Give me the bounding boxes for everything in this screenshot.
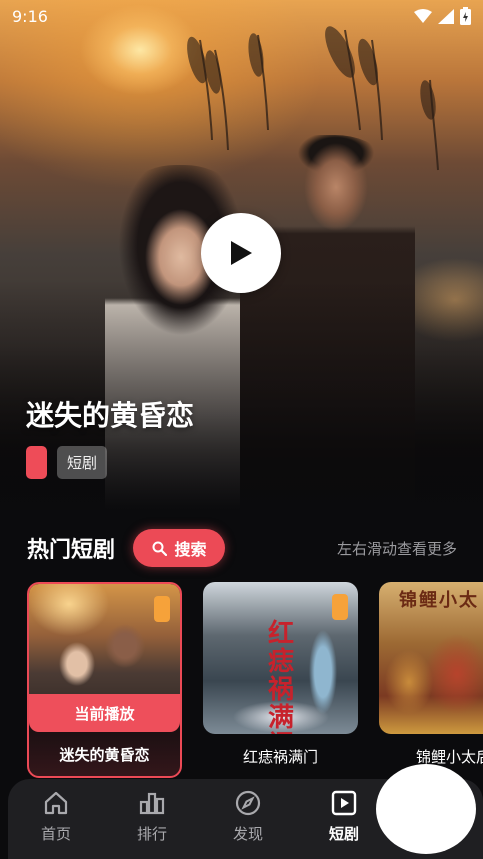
search-label: 搜索	[174, 540, 207, 559]
nav-label: 排行	[136, 825, 167, 843]
drama-name: 红痣祸满门	[242, 748, 318, 766]
search-icon	[152, 541, 167, 556]
compass-icon	[235, 790, 261, 816]
search-button[interactable]: 搜索	[133, 529, 226, 567]
nav-label: 发现	[232, 825, 263, 843]
drama-card[interactable]: 锦鲤小太 锦鲤小太后	[379, 582, 483, 767]
vip-badge	[332, 594, 348, 620]
poster-title-art: 红痣祸满门	[267, 619, 294, 734]
poster-title-art: 锦鲤小太	[399, 590, 479, 611]
home-icon	[44, 791, 68, 815]
nav-item-discover[interactable]: 发现	[200, 789, 296, 844]
drama-card[interactable]: 当前播放 迷失的黄昏恋	[27, 582, 182, 778]
nav-item-ranking[interactable]: 排行	[104, 789, 200, 844]
status-bar: 9:16	[0, 0, 483, 32]
signal-icon	[438, 8, 454, 24]
battery-icon	[460, 7, 471, 25]
drama-poster: 当前播放	[29, 584, 180, 732]
genre-tag: 短剧	[57, 446, 108, 479]
vip-badge	[154, 596, 170, 622]
drama-carousel[interactable]: 当前播放 迷失的黄昏恋 红痣祸满门 红痣祸满门 锦鲤小太 锦鲤小太后	[0, 582, 483, 782]
now-playing-label: 当前播放	[29, 694, 180, 732]
swipe-hint: 左右滑动查看更多	[336, 539, 457, 558]
drama-poster: 红痣祸满门	[203, 582, 358, 734]
play-square-icon	[331, 790, 357, 816]
play-button[interactable]	[201, 213, 281, 293]
section-title: 热门短剧	[27, 538, 116, 563]
nav-item-home[interactable]: 首页	[8, 789, 104, 844]
wifi-icon	[414, 9, 432, 23]
status-time: 9:16	[12, 6, 48, 26]
nav-label: 短剧	[328, 825, 359, 843]
hero-tags: 短剧	[26, 446, 108, 479]
hero-title: 迷失的黄昏恋	[26, 399, 195, 432]
nav-label: 首页	[40, 825, 71, 843]
tag-accent-marker	[26, 446, 47, 479]
drama-card[interactable]: 红痣祸满门 红痣祸满门	[203, 582, 358, 767]
section-header: 热门短剧 搜索 左右滑动查看更多	[0, 522, 483, 574]
ranking-icon	[139, 792, 165, 815]
drama-name: 迷失的黄昏恋	[59, 746, 150, 764]
play-icon	[231, 241, 252, 265]
drama-poster: 锦鲤小太	[379, 582, 483, 734]
floating-overlay-circle[interactable]	[376, 764, 476, 854]
